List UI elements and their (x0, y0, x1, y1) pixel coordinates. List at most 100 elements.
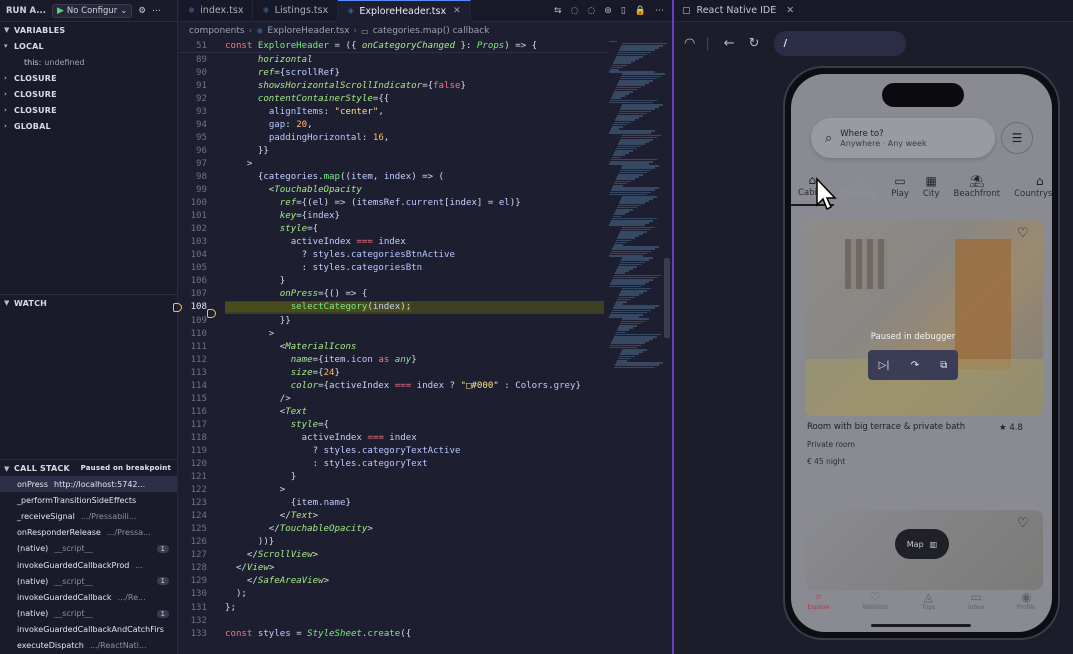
breadcrumb-item[interactable]: categories.map() callback (373, 26, 490, 36)
code-line[interactable]: 104 ? styles.categoriesBtnActive (179, 249, 609, 262)
step-over-icon[interactable]: ↷ (911, 360, 919, 371)
tab-exploreheader-tsx[interactable]: ⚛ ExploreHeader.tsx ✕ (338, 0, 471, 22)
code-line[interactable]: 105 : styles.categoriesBtn (179, 262, 609, 275)
nav-wishlists[interactable]: ♡ Wishlists (862, 590, 888, 611)
code-line[interactable]: 93 alignItems: "center", (179, 105, 609, 118)
step-forward-icon[interactable]: ◌ (587, 6, 595, 16)
code-line[interactable]: 94 gap: 20, (179, 118, 609, 131)
sticky-scroll-line[interactable]: 51 const ExploreHeader = ({ onCategoryCha… (179, 40, 609, 54)
code-line[interactable]: 115 /> (179, 392, 609, 405)
filter-button[interactable]: ☰ (1001, 122, 1033, 154)
code-line[interactable]: 129 </SafeAreaView> (179, 575, 609, 588)
more-icon[interactable]: ⋯ (655, 6, 664, 16)
nav-explore[interactable]: ⌕ Explore (807, 589, 830, 611)
callstack-frame[interactable]: invokeGuardedCallbackAndCatchFirs (0, 622, 177, 638)
editor-scrollbar[interactable] (663, 40, 671, 654)
category-trending[interactable]: ◬ Trending (834, 166, 884, 206)
code-line[interactable]: 133 const styles = StyleSheet.create({ (179, 627, 609, 640)
breadcrumb-item[interactable]: ExploreHeader.tsx (267, 26, 349, 36)
device-screen[interactable]: ⌕ Where to? Anywhere · Any week ☰ ⌂ Cabin… (791, 74, 1052, 632)
category-city[interactable]: ▦ City (916, 166, 947, 206)
step-back-icon[interactable]: ◌ (571, 6, 579, 16)
callstack-frame[interactable]: invokeGuardedCallbackProd... (0, 557, 177, 573)
code-line[interactable]: 109 }} (179, 314, 609, 327)
code-line[interactable]: 111 <MaterialIcons (179, 340, 609, 353)
code-line[interactable]: 117 style={ (179, 418, 609, 431)
compare-icon[interactable]: ⇆ (554, 6, 562, 16)
closure-scope[interactable]: › CLOSURE (0, 86, 177, 102)
category-countryside[interactable]: ⌂Countryside (1007, 166, 1052, 206)
local-scope[interactable]: ▾ LOCAL (0, 38, 177, 54)
nav-trips[interactable]: ◬ Trips (921, 590, 935, 611)
watch-header[interactable]: ▼ WATCH (0, 295, 177, 311)
code-line[interactable]: 98 {categories.map((item, index) => ( (179, 170, 609, 183)
back-arrow-icon[interactable]: ← (724, 36, 735, 51)
close-icon[interactable]: ✕ (786, 5, 794, 16)
code-line[interactable]: 100 ref={(el) => (itemsRef.current[index… (179, 197, 609, 210)
tab-listings-tsx[interactable]: ⚛ Listings.tsx (253, 0, 339, 22)
category-play[interactable]: ▭ Play (884, 166, 916, 206)
code-line[interactable]: 101 key={index} (179, 210, 609, 223)
code-line[interactable]: 125 </TouchableOpacity> (179, 523, 609, 536)
code-line[interactable]: 128 </View> (179, 562, 609, 575)
open-devtools-icon[interactable]: ⧉ (940, 360, 947, 371)
code-line[interactable]: 112 name={item.icon as any} (179, 353, 609, 366)
code-line[interactable]: 110 > (179, 327, 609, 340)
url-input[interactable]: / (773, 30, 906, 56)
breadcrumb-item[interactable]: components (189, 26, 245, 36)
code-line[interactable]: 106 } (179, 275, 609, 288)
callstack-frame[interactable]: executeDispatch .../ReactNati... (0, 638, 177, 654)
heart-icon[interactable]: ♡ (1017, 226, 1029, 241)
debug-icon[interactable]: ⊛ (604, 6, 612, 16)
code-line[interactable]: 99 <TouchableOpacity (179, 184, 609, 197)
variables-header[interactable]: ▼ VARIABLES (0, 22, 177, 38)
code-line[interactable]: 119 ? styles.categoryTextActive (179, 444, 609, 457)
code-line[interactable]: 103 activeIndex === index (179, 236, 609, 249)
heart-icon[interactable]: ♡ (1017, 516, 1029, 531)
code-line[interactable]: 116 <Text (179, 405, 609, 418)
rn-ide-tab[interactable]: ▢ React Native IDE ✕ (674, 0, 1073, 22)
lock-icon[interactable]: 🔒 (635, 6, 646, 16)
callstack-frame[interactable]: onResponderRelease .../Pressa... (0, 525, 177, 541)
callstack-frame[interactable]: onPress http://localhost:5742... (0, 476, 177, 493)
debug-config-select[interactable]: ▶ No Configur ⌄ (51, 3, 133, 18)
code-lines[interactable]: 51 const ExploreHeader = ({ onCategoryCha… (173, 40, 609, 640)
code-line[interactable]: 96 }} (179, 144, 609, 157)
code-line[interactable]: 123 {item.name} (179, 497, 609, 510)
close-icon[interactable]: ✕ (453, 6, 461, 16)
split-editor-icon[interactable]: ▯ (621, 6, 626, 16)
callstack-frame[interactable]: (native) __script__ 1 (0, 573, 177, 589)
code-line[interactable]: 102 style={ (179, 223, 609, 236)
scroll-thumb[interactable] (664, 258, 670, 338)
code-line[interactable]: 97 > (179, 157, 609, 170)
code-line[interactable]: 114 color={activeIndex === index ? "□#00… (179, 379, 609, 392)
play-icon[interactable]: ▶ (57, 6, 64, 16)
code-line[interactable]: 118 activeIndex === index (179, 431, 609, 444)
code-line[interactable]: 89 horizontal (179, 53, 609, 66)
variable-this[interactable]: this: undefined (0, 54, 177, 70)
code-line[interactable]: 126 ))} (179, 536, 609, 549)
global-scope[interactable]: › GLOBAL (0, 118, 177, 134)
code-line[interactable]: 107 onPress={() => { (179, 288, 609, 301)
code-line[interactable]: 121 } (179, 471, 609, 484)
code-line[interactable]: 132 (179, 614, 609, 627)
category-beachfront[interactable]: ⛱ Beachfront (947, 166, 1008, 206)
code-line[interactable]: 113 size={24} (179, 366, 609, 379)
more-icon[interactable]: ⋯ (152, 6, 161, 16)
reload-icon[interactable]: ↻ (749, 36, 760, 51)
callstack-frame[interactable]: (native) __script__ 1 (0, 541, 177, 557)
closure-scope[interactable]: › CLOSURE (0, 102, 177, 118)
code-line[interactable]: 92 contentContainerStyle={{ (179, 92, 609, 105)
current-breakpoint-line[interactable]: 108 selectCategory(index); (173, 300, 609, 319)
search-bar[interactable]: ⌕ Where to? Anywhere · Any week (811, 118, 995, 158)
code-line[interactable]: 122 > (179, 484, 609, 497)
code-line[interactable]: 124 </Text> (179, 510, 609, 523)
callstack-frame[interactable]: _performTransitionSideEffects (0, 492, 177, 508)
resume-icon[interactable]: ▷| (879, 360, 890, 371)
gear-icon[interactable]: ⚙ (138, 6, 146, 16)
callstack-frame[interactable]: (native) __script__ 1 (0, 606, 177, 622)
callstack-header[interactable]: ▼ CALL STACK Paused on breakpoint (0, 460, 177, 476)
headphones-icon[interactable]: ◠ (684, 36, 695, 51)
code-line[interactable]: 90 ref={scrollRef} (179, 66, 609, 79)
tab-index-tsx[interactable]: ⚛ index.tsx (179, 0, 254, 22)
